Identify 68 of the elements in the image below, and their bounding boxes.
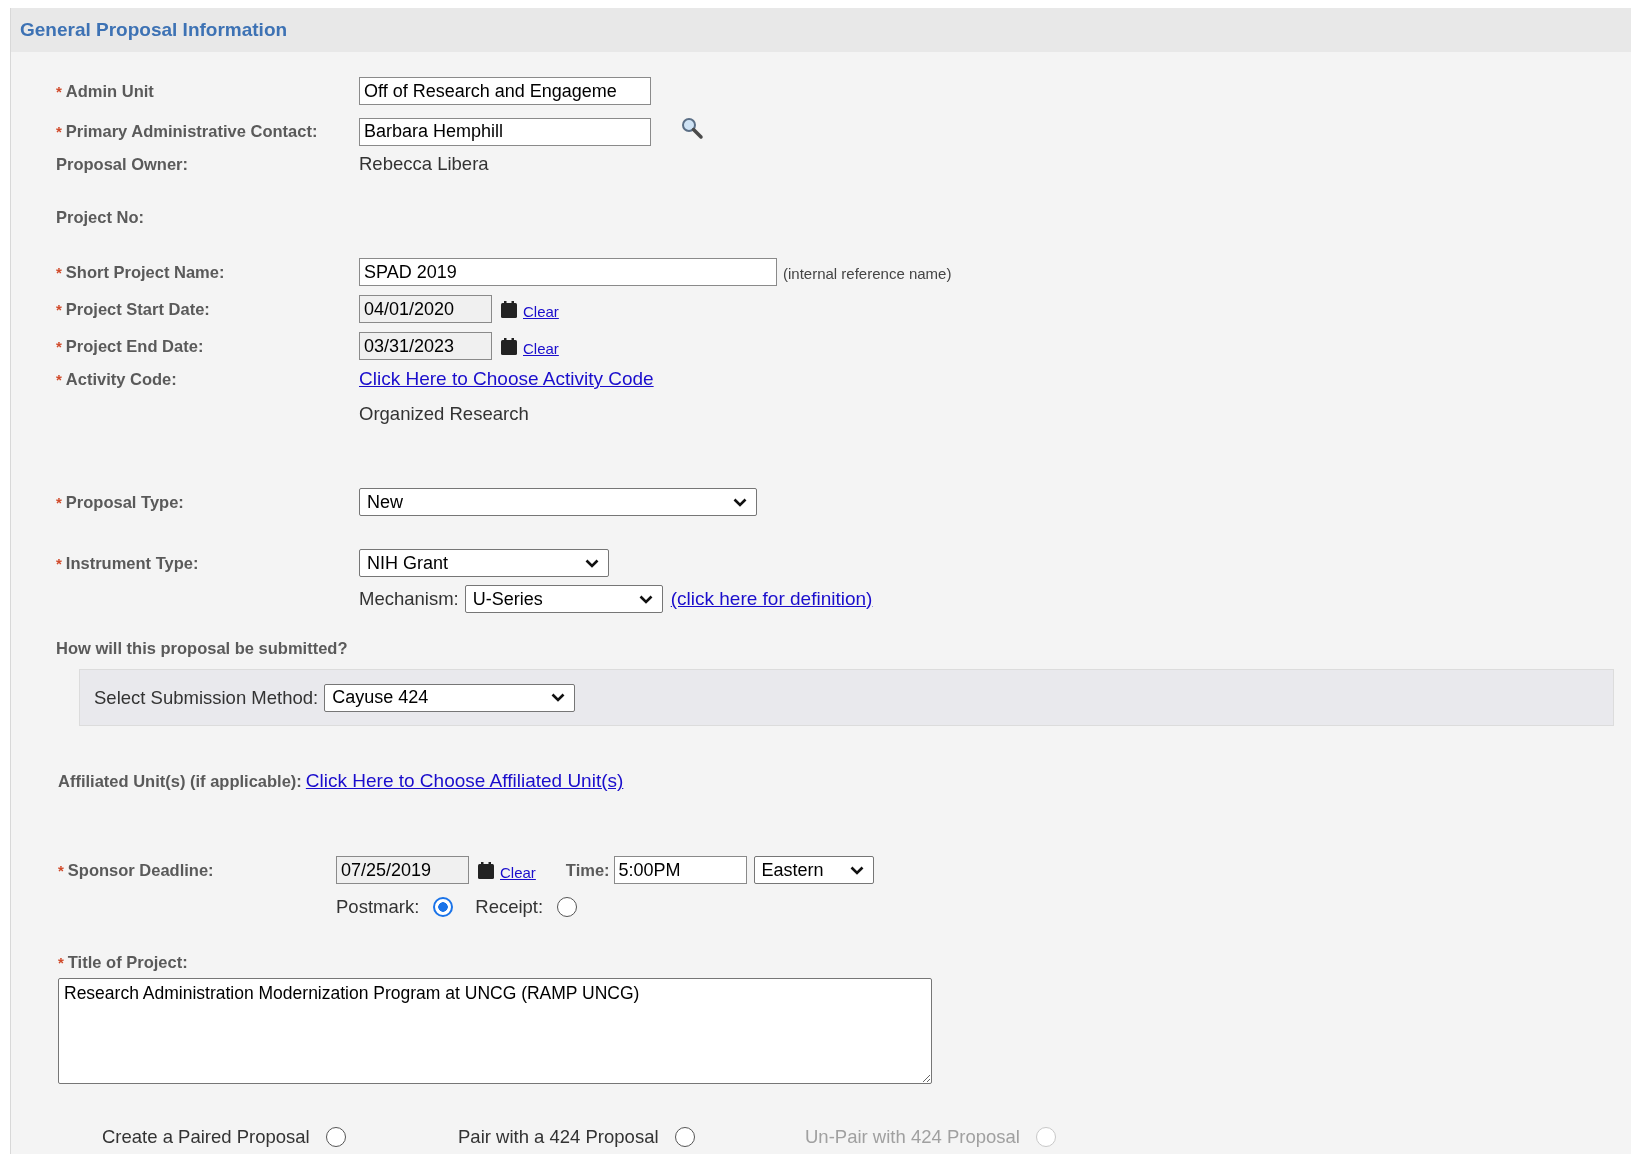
field-label: Sponsor Deadline: [67, 860, 214, 880]
required-mark: * [56, 123, 62, 140]
clear-link[interactable]: Clear [523, 302, 559, 320]
field-label: Instrument Type: [65, 553, 199, 573]
required-mark: * [56, 370, 62, 388]
radio-button[interactable] [557, 897, 578, 917]
required-mark: * [56, 300, 62, 318]
field-label: Project Start Date: [65, 299, 210, 319]
chevron-down-icon [849, 865, 864, 875]
required-mark: * [58, 861, 64, 879]
field-label: Title of Project: [67, 952, 188, 972]
owner-name: Rebecca Libera [359, 153, 489, 175]
radio-label: Receipt: [475, 896, 544, 918]
submission-label: Select Submission Method: [94, 686, 319, 709]
activity-code-link[interactable]: Click Here to Choose Activity Code [359, 368, 654, 390]
submission-method-select[interactable]: Cayuse 424 [324, 683, 576, 712]
chevron-down-icon [733, 497, 747, 507]
field-label: Project End Date: [65, 336, 204, 356]
field-label: Proposal Owner: [56, 154, 189, 174]
field-label: Project No: [56, 207, 144, 227]
contact-field[interactable]: Barbara Hemphill [359, 117, 651, 146]
time-label: Time: [565, 860, 610, 880]
field-label: Proposal Type: [65, 492, 184, 512]
project-title-field[interactable]: Research Administration Modernization Program at UNCG (RAMP UNCG) [58, 978, 932, 1084]
admin-unit-field[interactable]: Off of Research and Engageme [359, 77, 651, 105]
radio-label: Postmark: [336, 896, 420, 918]
field-label: Activity Code: [65, 369, 177, 389]
section-title: General Proposal Information [20, 19, 288, 41]
required-mark: * [56, 337, 62, 355]
activity-code-value: Organized Research [359, 403, 529, 425]
calendar-icon[interactable] [501, 337, 517, 355]
radio-button[interactable] [325, 1127, 346, 1147]
required-mark: * [56, 493, 62, 511]
required-mark: * [58, 953, 64, 971]
required-mark: * [56, 82, 62, 100]
short-name-field[interactable]: SPAD 2019 [359, 258, 777, 286]
date-field[interactable]: 07/25/2019 [336, 856, 469, 884]
calendar-icon[interactable] [478, 861, 494, 879]
search-icon[interactable] [680, 115, 704, 140]
field-label: Admin Unit [65, 81, 154, 101]
radio-button[interactable] [674, 1127, 695, 1147]
date-field[interactable]: 04/01/2020 [359, 295, 492, 323]
field-hint: (internal reference name) [783, 265, 952, 282]
proposal-type-select[interactable]: New [359, 488, 757, 516]
affiliated-units-link[interactable]: Click Here to Choose Affiliated Unit(s) [305, 770, 624, 792]
radio-button[interactable] [433, 897, 454, 917]
chevron-down-icon [585, 558, 599, 568]
chevron-down-icon [638, 594, 653, 604]
field-label: Short Project Name: [65, 262, 225, 282]
field-label: Affiliated Unit(s) (if applicable): [58, 771, 302, 791]
mechanism-select[interactable]: U-Series [464, 585, 663, 613]
chevron-down-icon [551, 693, 566, 702]
submission-question: How will this proposal be submitted? [56, 638, 348, 658]
mechanism-label: Mechanism: [359, 588, 459, 610]
time-field[interactable]: 5:00PM [613, 856, 747, 884]
clear-link[interactable]: Clear [523, 339, 559, 357]
radio-label: Un-Pair with 424 Proposal [805, 1126, 1020, 1148]
date-field[interactable]: 03/31/2023 [359, 332, 492, 360]
required-mark: * [56, 263, 62, 281]
calendar-icon[interactable] [501, 300, 517, 318]
field-label: Primary Administrative Contact: [65, 122, 318, 141]
required-mark: * [56, 554, 62, 572]
instrument-type-select[interactable]: NIH Grant [359, 549, 609, 577]
time-zone-select[interactable]: Eastern [753, 856, 874, 884]
radio-label: Create a Paired Proposal [102, 1126, 310, 1148]
radio-label: Pair with a 424 Proposal [458, 1126, 659, 1148]
clear-link[interactable]: Clear [500, 863, 536, 881]
definition-link[interactable]: (click here for definition) [670, 588, 873, 610]
